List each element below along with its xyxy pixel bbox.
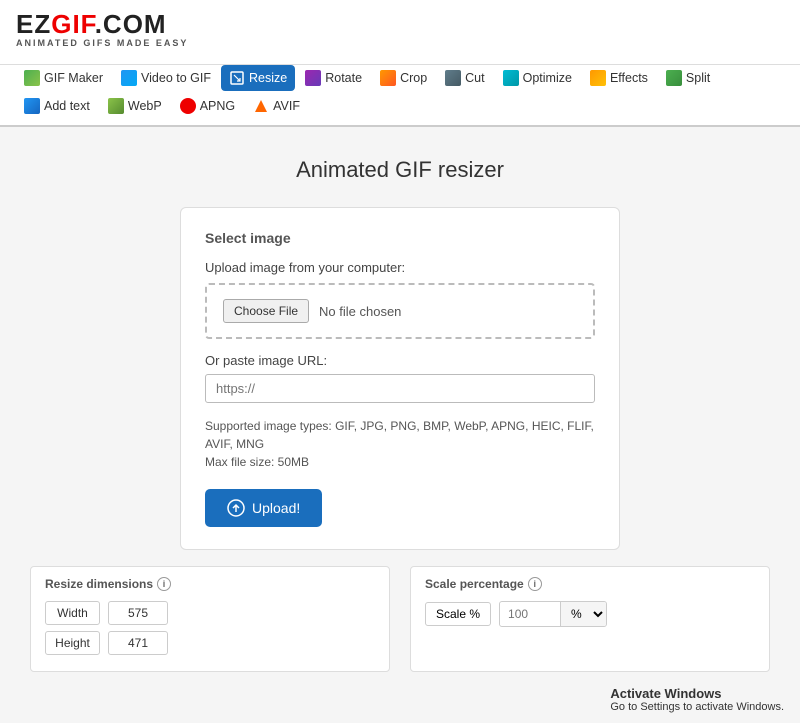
nav-video-to-gif[interactable]: Video to GIF [113,65,219,91]
scale-row: Scale % % px [425,601,755,627]
file-input-area: Choose File No file chosen [205,283,595,339]
scale-unit-dropdown[interactable]: % px [560,602,606,626]
webp-icon [108,98,124,114]
nav-optimize[interactable]: Optimize [495,65,580,91]
gif-icon [24,70,40,86]
scale-label-button[interactable]: Scale % [425,602,491,626]
url-input[interactable] [205,374,595,403]
dimensions-info-icon: i [157,577,171,591]
crop-icon [380,70,396,86]
nav-split[interactable]: Split [658,65,718,91]
main-nav: GIF Maker Video to GIF Resize Rotate Cro… [0,65,800,127]
height-label: Height [45,631,100,655]
card-title: Select image [205,230,595,246]
scale-title: Scale percentage i [425,577,755,591]
nav-resize[interactable]: Resize [221,65,295,91]
dimensions-title: Resize dimensions i [45,577,375,591]
upload-icon [227,499,245,517]
effects-icon [590,70,606,86]
width-label: Width [45,601,100,625]
avif-icon [253,98,269,114]
page-title: Animated GIF resizer [296,157,504,183]
supported-types: Supported image types: GIF, JPG, PNG, BM… [205,417,595,471]
scale-input-area: % px [499,601,607,627]
nav-gif-maker[interactable]: GIF Maker [16,65,111,91]
video-icon [121,70,137,86]
scale-info-icon: i [528,577,542,591]
nav-effects[interactable]: Effects [582,65,656,91]
addtext-icon [24,98,40,114]
rotate-icon [305,70,321,86]
scale-percentage-panel: Scale percentage i Scale % % px [410,566,770,672]
nav-add-text[interactable]: Add text [16,93,98,119]
bottom-panels: Resize dimensions i Width 575 Height 471… [30,566,770,672]
choose-file-button[interactable]: Choose File [223,299,309,323]
url-label: Or paste image URL: [205,353,595,368]
nav-avif[interactable]: AVIF [245,93,308,119]
resize-icon [229,70,245,86]
apng-icon [180,98,196,114]
nav-webp[interactable]: WebP [100,93,170,119]
site-logo: EZGIF.COM ANIMATED GIFS MADE EASY [16,10,784,48]
upload-card: Select image Upload image from your comp… [180,207,620,550]
height-value: 471 [108,631,168,655]
logo-subtitle: ANIMATED GIFS MADE EASY [16,39,784,49]
upload-button[interactable]: Upload! [205,489,322,527]
logo-title: EZGIF.COM [16,10,784,39]
nav-apng[interactable]: APNG [172,93,243,119]
split-icon [666,70,682,86]
cut-icon [445,70,461,86]
optimize-icon [503,70,519,86]
nav-rotate[interactable]: Rotate [297,65,370,91]
width-row: Width 575 [45,601,375,625]
upload-label: Upload image from your computer: [205,260,595,275]
resize-dimensions-panel: Resize dimensions i Width 575 Height 471 [30,566,390,672]
main-content: Animated GIF resizer Select image Upload… [0,127,800,692]
height-row: Height 471 [45,631,375,655]
width-value: 575 [108,601,168,625]
nav-cut[interactable]: Cut [437,65,492,91]
scale-input[interactable] [500,603,560,625]
file-name-text: No file chosen [319,304,401,319]
nav-crop[interactable]: Crop [372,65,435,91]
